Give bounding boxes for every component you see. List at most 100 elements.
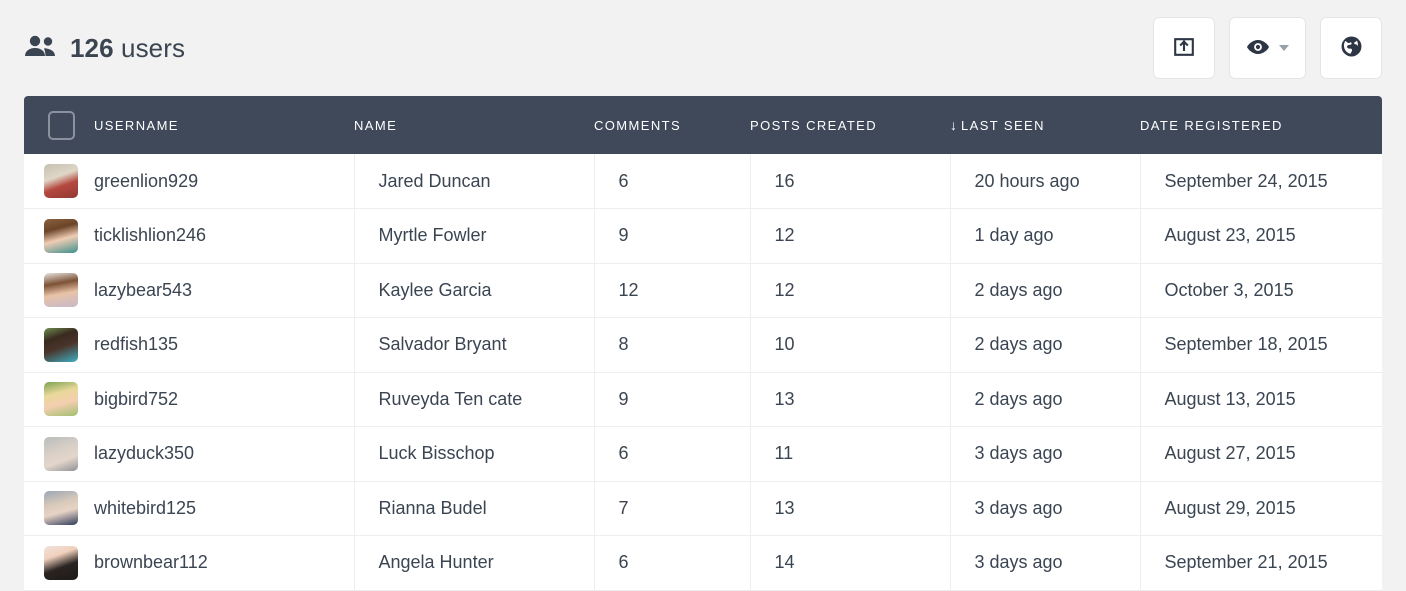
column-header-last-seen[interactable]: ↓ LAST SEEN xyxy=(950,96,1140,154)
cell-comments: 7 xyxy=(594,481,751,536)
table-header: USERNAME NAME COMMENTS POSTS CREATED ↓ LA… xyxy=(24,96,1382,154)
select-all-header xyxy=(24,96,94,154)
cell-date-registered: October 3, 2015 xyxy=(1164,279,1294,300)
avatar xyxy=(44,491,78,526)
cell-date-registered: September 24, 2015 xyxy=(1164,170,1328,191)
cell-comments: 6 xyxy=(594,426,751,481)
user-avatar-cell xyxy=(24,536,94,591)
cell-name: Rianna Budel xyxy=(354,481,595,536)
cell-username[interactable]: brownbear112 xyxy=(94,535,355,590)
table-body: greenlion929 Jared Duncan 6 16 20 hours ago S… xyxy=(24,154,1382,590)
user-avatar-cell xyxy=(24,318,94,373)
cell-posts-created: 16 xyxy=(750,154,951,209)
table-header-row: USERNAME NAME COMMENTS POSTS CREATED ↓ LA… xyxy=(24,96,1382,154)
cell-comments: 8 xyxy=(594,317,751,372)
cell-posts-created: 12 xyxy=(750,263,951,318)
column-header-last-seen-label: LAST SEEN xyxy=(961,118,1045,133)
cell-name: Ruveyda Ten cate xyxy=(354,372,595,427)
cell-username[interactable]: bigbird752 xyxy=(94,372,355,427)
user-avatar-cell xyxy=(24,209,94,264)
cell-username[interactable]: lazybear543 xyxy=(94,263,355,318)
user-count: 126 xyxy=(70,32,114,63)
table-row[interactable]: ticklishlion246 Myrtle Fowler 9 12 1 day ago… xyxy=(24,208,1382,264)
user-count-label: users xyxy=(121,32,186,63)
cell-posts-created: 10 xyxy=(750,317,951,372)
column-header-posts-created[interactable]: POSTS CREATED xyxy=(750,96,950,154)
cell-posts-created: 12 xyxy=(750,208,951,263)
cell-name: Myrtle Fowler xyxy=(354,208,595,263)
user-avatar-cell xyxy=(24,427,94,482)
column-header-comments[interactable]: COMMENTS xyxy=(594,96,750,154)
cell-last-seen: 3 days ago xyxy=(950,535,1141,590)
cell-date-registered: August 29, 2015 xyxy=(1164,497,1296,518)
visibility-button[interactable] xyxy=(1229,17,1306,79)
cell-comments: 9 xyxy=(594,208,751,263)
avatar xyxy=(44,327,78,362)
users-table-container: USERNAME NAME COMMENTS POSTS CREATED ↓ LA… xyxy=(24,96,1382,591)
globe-button[interactable] xyxy=(1320,17,1382,79)
cell-posts-created: 13 xyxy=(750,481,951,536)
avatar xyxy=(44,436,78,471)
people-icon xyxy=(24,35,56,62)
cell-date-registered: August 23, 2015 xyxy=(1164,225,1296,246)
user-avatar-cell xyxy=(24,263,94,318)
cell-comments: 6 xyxy=(594,154,751,209)
eye-icon xyxy=(1246,38,1270,59)
cell-date-registered: September 21, 2015 xyxy=(1164,552,1328,573)
table-row[interactable]: whitebird125 Rianna Budel 7 13 3 days ago Aug… xyxy=(24,481,1382,536)
cell-date-registered: September 18, 2015 xyxy=(1164,334,1328,355)
table-row[interactable]: brownbear112 Angela Hunter 6 14 3 days ago Se… xyxy=(24,535,1382,591)
cell-name: Luck Bisschop xyxy=(354,426,595,481)
column-header-username[interactable]: USERNAME xyxy=(94,96,354,154)
cell-username[interactable]: ticklishlion246 xyxy=(94,208,355,263)
cell-name: Salvador Bryant xyxy=(354,317,595,372)
cell-date-registered: August 13, 2015 xyxy=(1164,388,1296,409)
avatar xyxy=(44,164,78,198)
table-row[interactable]: bigbird752 Ruveyda Ten cate 9 13 2 days ago A… xyxy=(24,372,1382,427)
cell-name: Jared Duncan xyxy=(354,154,595,209)
cell-last-seen: 2 days ago xyxy=(950,263,1141,318)
avatar xyxy=(44,545,78,580)
cell-posts-created: 11 xyxy=(750,426,951,481)
cell-username[interactable]: greenlion929 xyxy=(94,154,355,209)
cell-last-seen: 2 days ago xyxy=(950,317,1141,372)
column-header-date-registered[interactable]: DATE REGISTERED xyxy=(1140,96,1382,154)
cell-last-seen: 20 hours ago xyxy=(950,154,1141,209)
user-avatar-cell xyxy=(24,154,94,209)
user-avatar-cell xyxy=(24,481,94,536)
avatar xyxy=(44,382,78,417)
select-all-checkbox[interactable] xyxy=(48,110,75,140)
table-row[interactable]: redfish135 Salvador Bryant 8 10 2 days ago Se… xyxy=(24,317,1382,373)
avatar xyxy=(44,273,78,308)
table-row[interactable]: lazyduck350 Luck Bisschop 6 11 3 days ago Aug… xyxy=(24,426,1382,482)
page-toolbar: 126 users xyxy=(0,0,1406,96)
avatar xyxy=(44,218,78,253)
sort-desc-icon: ↓ xyxy=(950,117,957,133)
user-avatar-cell xyxy=(24,372,94,427)
cell-posts-created: 13 xyxy=(750,372,951,427)
column-header-name[interactable]: NAME xyxy=(354,96,594,154)
users-table: USERNAME NAME COMMENTS POSTS CREATED ↓ LA… xyxy=(24,96,1382,591)
cell-last-seen: 3 days ago xyxy=(950,426,1141,481)
cell-comments: 9 xyxy=(594,372,751,427)
export-button[interactable] xyxy=(1153,17,1215,79)
cell-last-seen: 2 days ago xyxy=(950,372,1141,427)
cell-name: Kaylee Garcia xyxy=(354,263,595,318)
cell-username[interactable]: whitebird125 xyxy=(94,481,355,536)
cell-username[interactable]: lazyduck350 xyxy=(94,426,355,481)
cell-name: Angela Hunter xyxy=(354,535,595,590)
cell-date-registered: August 27, 2015 xyxy=(1164,443,1296,464)
chevron-down-icon xyxy=(1279,45,1289,51)
export-box-icon xyxy=(1173,36,1195,61)
table-row[interactable]: lazybear543 Kaylee Garcia 12 12 2 days ago Oc… xyxy=(24,263,1382,318)
cell-posts-created: 14 xyxy=(750,535,951,590)
cell-last-seen: 1 day ago xyxy=(950,208,1141,263)
toolbar-actions xyxy=(1153,17,1382,79)
globe-icon xyxy=(1340,35,1363,61)
page-title: 126 users xyxy=(24,33,185,64)
cell-comments: 12 xyxy=(594,263,751,318)
cell-comments: 6 xyxy=(594,535,751,590)
cell-username[interactable]: redfish135 xyxy=(94,317,355,372)
cell-last-seen: 3 days ago xyxy=(950,481,1141,536)
table-row[interactable]: greenlion929 Jared Duncan 6 16 20 hours ago S… xyxy=(24,154,1382,209)
